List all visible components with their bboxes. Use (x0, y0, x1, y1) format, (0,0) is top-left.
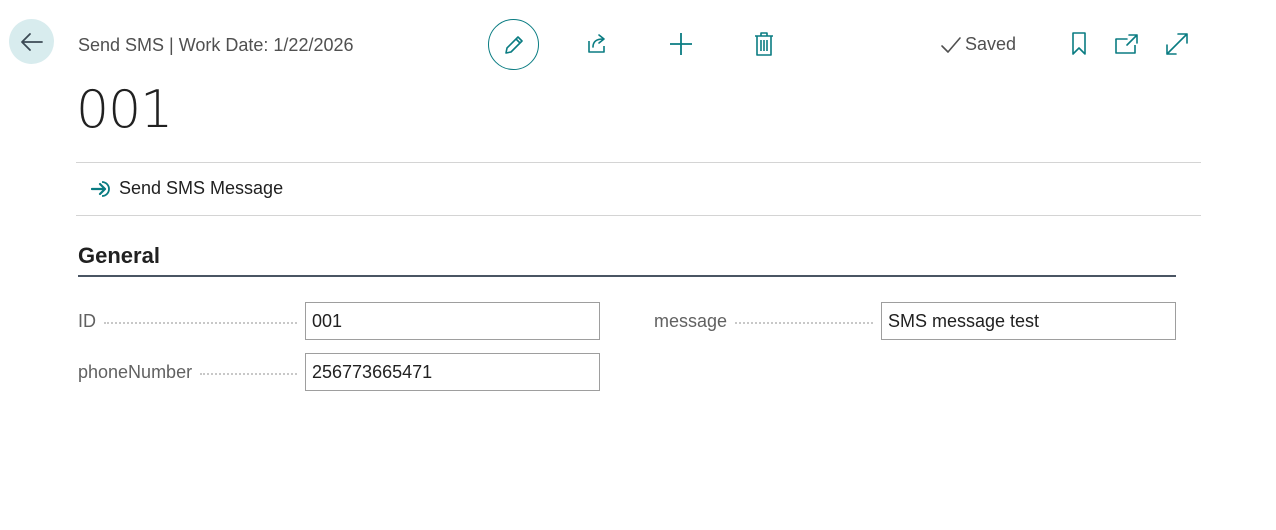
open-new-window-icon (1115, 34, 1138, 54)
delete-button[interactable] (748, 28, 780, 60)
leader-dots (104, 322, 297, 324)
send-arrow-icon (91, 180, 110, 197)
pencil-icon (504, 35, 523, 54)
trash-icon (755, 32, 773, 56)
page-header-title: Send SMS | Work Date: 1/22/2026 (78, 35, 354, 55)
divider-bottom (76, 215, 1201, 216)
record-title: 001 (76, 80, 173, 140)
saved-label: Saved (965, 34, 1017, 54)
back-arrow-icon (20, 32, 43, 51)
id-input[interactable]: 001 (305, 302, 600, 340)
divider-top (76, 162, 1201, 163)
send-sms-message-action[interactable]: Send SMS Message (91, 178, 283, 199)
checkmark-icon (941, 36, 961, 53)
expand-icon (1166, 33, 1188, 55)
plus-icon (670, 33, 692, 55)
bookmark-button[interactable] (1066, 28, 1092, 60)
message-input[interactable]: SMS message test (881, 302, 1176, 340)
leader-dots (200, 373, 297, 375)
expand-button[interactable] (1161, 28, 1193, 60)
field-id: ID 001 (78, 302, 600, 340)
field-message: message SMS message test (654, 302, 1176, 340)
send-sms-message-label: Send SMS Message (119, 178, 284, 198)
field-phone-number: phoneNumber 256773665471 (78, 353, 600, 391)
saved-status: Saved (940, 34, 1016, 55)
open-new-window-button[interactable] (1112, 28, 1142, 60)
section-underline (78, 275, 1176, 277)
field-phone-number-label: phoneNumber (78, 361, 193, 382)
phone-number-input[interactable]: 256773665471 (305, 353, 600, 391)
field-id-label: ID (78, 310, 96, 331)
share-button[interactable] (580, 28, 612, 60)
field-message-label: message (654, 310, 728, 331)
bookmark-icon (1072, 32, 1086, 55)
leader-dots (735, 322, 873, 324)
new-button[interactable] (665, 28, 697, 60)
share-icon (588, 34, 605, 53)
section-title-general[interactable]: General (78, 243, 160, 269)
edit-button[interactable] (488, 19, 539, 70)
back-button[interactable] (9, 19, 54, 64)
